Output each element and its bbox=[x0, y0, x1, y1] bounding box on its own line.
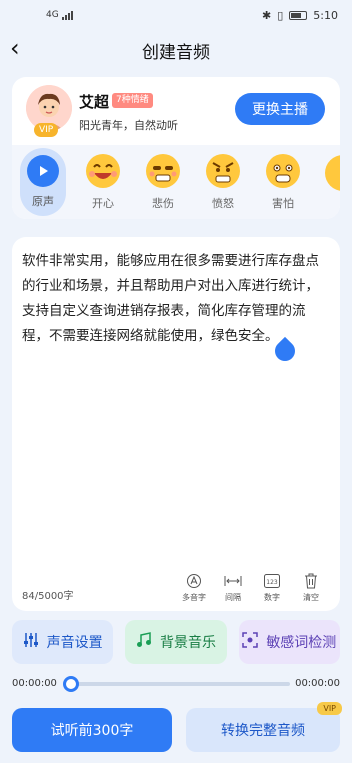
emotion-label: 原声 bbox=[32, 195, 54, 208]
network-indicator: 4G bbox=[46, 10, 73, 20]
tool-label: 多音字 bbox=[182, 593, 206, 602]
number-tool[interactable]: 123 数字 bbox=[259, 573, 285, 603]
happy-face-icon bbox=[85, 153, 121, 189]
emotion-original[interactable]: 原声 bbox=[20, 148, 66, 216]
pause-tool[interactable]: 间隔 bbox=[220, 573, 246, 603]
page-title: 创建音频 bbox=[142, 42, 210, 63]
editor-tools: 多音字 间隔 123 数字 清空 bbox=[181, 573, 324, 603]
speaker-description: 阳光青年，自然动听 bbox=[79, 119, 178, 132]
scared-face-icon bbox=[265, 153, 301, 189]
voice-settings-button[interactable]: 声音设置 bbox=[12, 620, 114, 664]
bottom-bar: 试听前300字 转换完整音频 VIP bbox=[12, 702, 342, 752]
network-label: 4G bbox=[46, 10, 59, 20]
bluetooth-icon: ✱ bbox=[262, 8, 272, 22]
clock: 5:10 bbox=[313, 8, 338, 22]
vip-badge: VIP bbox=[34, 123, 59, 137]
scan-icon bbox=[242, 632, 259, 652]
tool-label: 数字 bbox=[264, 593, 280, 602]
speaker-card: VIP 艾超 7种情绪 阳光青年，自然动听 更换主播 原声 开心 悲伤 愤怒 害… bbox=[12, 77, 340, 219]
trial-listen-button[interactable]: 试听前300字 bbox=[12, 708, 172, 752]
action-label: 背景音乐 bbox=[159, 635, 216, 651]
text-editor[interactable]: 软件非常实用，能够应用在很多需要进行库存盘点的行业和场景，并且帮助用户对出入库进… bbox=[12, 237, 340, 611]
action-bar: 声音设置 背景音乐 敏感词检测 bbox=[12, 620, 340, 664]
emotion-label: 害怕 bbox=[272, 197, 294, 210]
play-icon bbox=[27, 155, 59, 187]
character-counter: 84/5000字 bbox=[22, 591, 74, 602]
svg-text:123: 123 bbox=[266, 579, 278, 586]
angry-face-icon bbox=[205, 153, 241, 189]
nav-bar: ‹ 创建音频 bbox=[0, 30, 352, 70]
signal-icon bbox=[61, 10, 73, 20]
emotion-happy[interactable]: 开心 bbox=[80, 148, 126, 216]
status-bar: 4G ✱ ▯ 5:10 bbox=[0, 0, 352, 30]
text-content[interactable]: 软件非常实用，能够应用在很多需要进行库存盘点的行业和场景，并且帮助用户对出入库进… bbox=[22, 249, 332, 349]
emotion-scared[interactable]: 害怕 bbox=[260, 148, 306, 216]
progress-track[interactable] bbox=[64, 682, 290, 686]
trash-icon bbox=[302, 573, 320, 589]
clear-tool[interactable]: 清空 bbox=[298, 573, 324, 603]
emotion-label: 开心 bbox=[92, 197, 114, 210]
change-speaker-button[interactable]: 更换主播 bbox=[235, 93, 325, 125]
polyphone-tool[interactable]: 多音字 bbox=[181, 573, 207, 603]
current-time: 00:00:00 bbox=[12, 678, 57, 689]
pause-icon bbox=[224, 573, 242, 589]
more-face-icon bbox=[325, 154, 340, 191]
emotion-label: 悲伤 bbox=[152, 197, 174, 210]
polyphone-icon bbox=[185, 573, 203, 589]
audio-timeline: 00:00:00 00:00:00 bbox=[12, 676, 340, 692]
progress-thumb[interactable] bbox=[63, 676, 79, 692]
emotion-angry[interactable]: 愤怒 bbox=[200, 148, 246, 216]
sad-face-icon bbox=[145, 153, 181, 189]
battery-icon bbox=[289, 10, 308, 20]
convert-label: 转换完整音频 bbox=[221, 723, 305, 739]
sensitive-word-check-button[interactable]: 敏感词检测 bbox=[238, 620, 340, 664]
action-label: 敏感词检测 bbox=[266, 635, 337, 651]
tool-label: 清空 bbox=[303, 593, 319, 602]
vip-badge: VIP bbox=[317, 702, 342, 715]
total-time: 00:00:00 bbox=[295, 678, 340, 689]
number-icon: 123 bbox=[263, 573, 281, 589]
equalizer-icon bbox=[23, 632, 39, 652]
emotion-sad[interactable]: 悲伤 bbox=[140, 148, 186, 216]
emotion-label: 愤怒 bbox=[212, 197, 234, 210]
music-icon bbox=[136, 632, 152, 652]
emotion-selector: 原声 开心 悲伤 愤怒 害怕 bbox=[12, 145, 340, 219]
back-icon[interactable]: ‹ bbox=[10, 36, 36, 62]
emotion-count-badge: 7种情绪 bbox=[112, 93, 153, 108]
background-music-button[interactable]: 背景音乐 bbox=[125, 620, 227, 664]
tool-label: 间隔 bbox=[225, 593, 241, 602]
vibrate-icon: ▯ bbox=[277, 8, 284, 22]
speaker-name: 艾超 bbox=[79, 93, 110, 111]
action-label: 声音设置 bbox=[46, 635, 103, 651]
emotion-more[interactable] bbox=[320, 148, 340, 216]
convert-full-audio-button[interactable]: 转换完整音频 VIP bbox=[186, 702, 342, 752]
